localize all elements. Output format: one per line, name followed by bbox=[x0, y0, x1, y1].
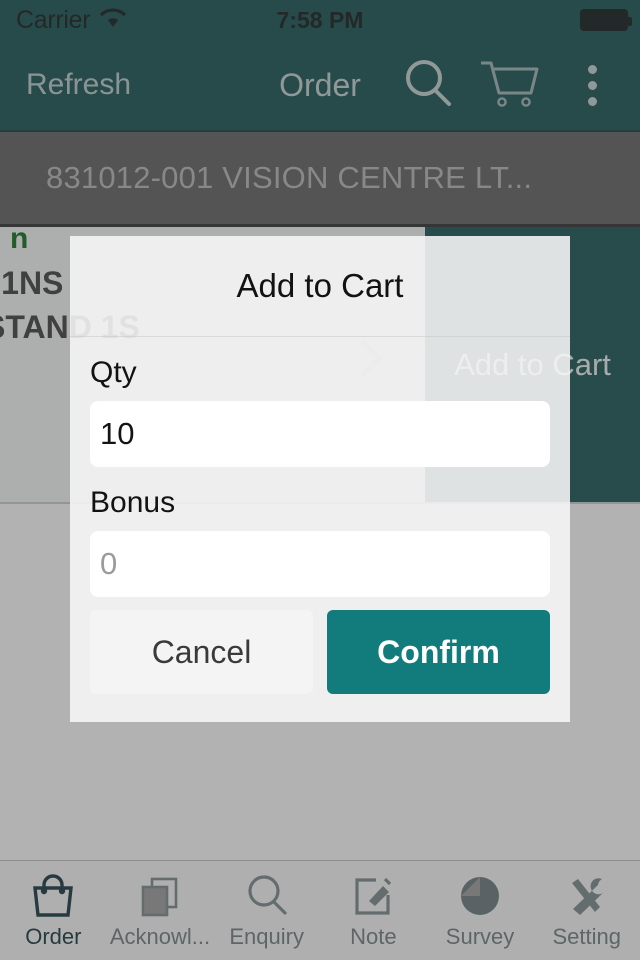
qty-label: Qty bbox=[90, 356, 137, 389]
cancel-button[interactable]: Cancel bbox=[90, 610, 313, 694]
dialog-body: Qty 10 Bonus 0 bbox=[70, 337, 570, 597]
dialog-actions: Cancel Confirm bbox=[90, 610, 550, 694]
bonus-label: Bonus bbox=[90, 486, 176, 519]
qty-input-value: 10 bbox=[100, 416, 135, 451]
dialog-title-bar: Add to Cart bbox=[70, 236, 570, 336]
confirm-button[interactable]: Confirm bbox=[327, 610, 550, 694]
qty-input[interactable]: 10 bbox=[90, 401, 550, 467]
bonus-input[interactable]: 0 bbox=[90, 531, 550, 597]
dialog-title: Add to Cart bbox=[236, 267, 404, 304]
bonus-input-placeholder: 0 bbox=[100, 546, 118, 581]
add-to-cart-dialog: Add to Cart Qty 10 Bonus 0 Cancel Confir… bbox=[70, 236, 570, 722]
